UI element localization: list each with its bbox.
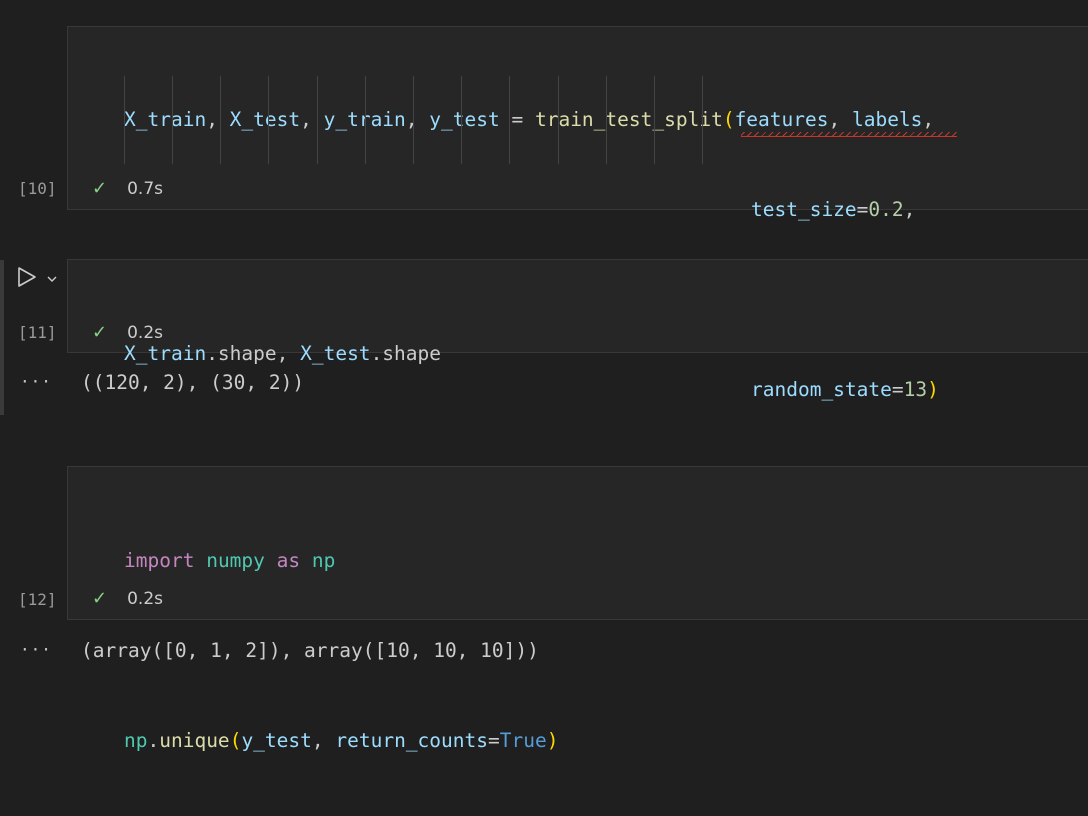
execution-count: [10] [18,179,57,198]
indent-guide [317,76,318,164]
execution-time: 0.7s [127,179,163,199]
execution-time: 0.2s [127,323,163,343]
code-line-1: X_train, X_test, y_train, y_test = train… [124,108,935,131]
execution-status: ✓ 0.2s [92,588,163,609]
code-line-1: import numpy as np [124,549,336,572]
cell-output: ((120, 2), (30, 2)) [81,371,305,394]
ellipsis-icon[interactable]: ··· [20,640,52,659]
indent-guide [654,76,655,164]
indent-guide [220,76,221,164]
code-line-2: np.unique(y_test, return_counts=True) [124,729,559,752]
checkmark-icon: ✓ [92,588,108,609]
indent-guide [365,76,366,164]
code-cell-12[interactable]: import numpy as np np.unique(y_test, ret… [67,466,1088,752]
play-icon [18,267,36,287]
code-line-2: test_size=0.2, [751,198,916,221]
indent-guide [461,76,462,164]
execution-status: ✓ 0.7s [92,178,163,199]
indent-guide [413,76,414,164]
ellipsis-icon[interactable]: ··· [20,372,52,391]
indent-guide [702,76,703,164]
error-squiggle [741,132,957,137]
indent-guide [172,76,173,164]
run-cell-button[interactable] [16,266,38,292]
code-line-1: X_train.shape, X_test.shape [124,342,442,365]
execution-options-button[interactable] [46,270,58,289]
indent-guide [606,76,607,164]
execution-status: ✓ 0.2s [92,322,163,343]
indent-guide [268,76,269,164]
code-editor[interactable]: X_train.shape, X_test.shape [124,279,441,429]
indent-guide [124,76,125,164]
checkmark-icon: ✓ [92,178,108,199]
cell-output: (array([0, 1, 2]), array([10, 10, 10])) [81,639,539,662]
execution-count: [12] [18,590,57,609]
indent-guide [509,76,510,164]
execution-time: 0.2s [127,589,163,609]
execution-count: [11] [18,323,57,342]
checkmark-icon: ✓ [92,322,108,343]
indent-guide [558,76,559,164]
chevron-down-icon [47,276,57,282]
code-cell-11[interactable]: X_train.shape, X_test.shape [67,259,1088,365]
cell-focus-bar [0,260,4,415]
